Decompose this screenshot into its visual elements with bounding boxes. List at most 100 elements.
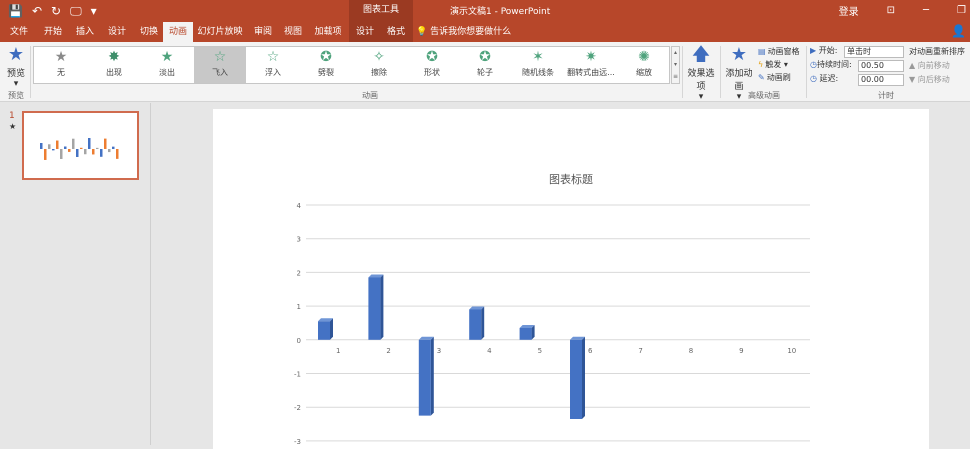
duration-field[interactable]: 00.50 xyxy=(858,60,904,72)
x-tick-label: 3 xyxy=(437,347,441,355)
y-tick-label: 1 xyxy=(297,303,301,311)
animation-item-5[interactable]: ☆ 浮入 xyxy=(247,47,299,83)
animation-item-9[interactable]: ✪ 轮子 xyxy=(459,47,511,83)
chevron-down-icon: ▾ xyxy=(698,92,704,102)
bar[interactable] xyxy=(418,339,431,416)
timing-group-label: 计时 xyxy=(878,91,894,100)
move-later-button[interactable]: ▼ 向后移动 xyxy=(909,73,965,87)
undo-icon[interactable]: ↶ xyxy=(32,3,42,19)
save-icon[interactable]: 💾 xyxy=(8,3,23,19)
ribbon-display-icon[interactable]: ⊡ xyxy=(887,5,895,16)
bar[interactable] xyxy=(368,277,381,340)
tab-chart-format[interactable]: 格式 xyxy=(381,22,411,42)
thumbnail-bar xyxy=(96,147,99,149)
star-float-icon: ☆ xyxy=(266,49,280,65)
star-none-icon: ★ xyxy=(54,49,68,65)
preview-button[interactable]: ★ 预览 ▾ xyxy=(4,44,28,89)
star-shape-icon: ✪ xyxy=(426,49,438,65)
clock-icon: ◷ xyxy=(810,60,817,69)
animation-item-1[interactable]: ★ 无 xyxy=(35,47,87,83)
triangle-down-icon: ▼ xyxy=(909,75,918,84)
start-select[interactable]: 单击时 xyxy=(844,46,904,58)
tab-file[interactable]: 文件 xyxy=(4,22,34,42)
trigger-button[interactable]: ϟ 触发 ▾ xyxy=(758,58,800,71)
thumbnail-bar xyxy=(68,149,71,152)
animation-item-8[interactable]: ✪ 形状 xyxy=(406,47,458,83)
x-tick-label: 2 xyxy=(386,347,390,355)
animation-label: 出现 xyxy=(106,68,122,77)
thumbnail-bar xyxy=(64,146,67,149)
divider xyxy=(682,46,683,98)
presentation-icon[interactable]: 🖵 xyxy=(70,3,82,19)
bar-side[interactable] xyxy=(380,274,384,340)
delay-field[interactable]: 00.00 xyxy=(858,74,904,86)
divider xyxy=(720,46,721,98)
account-icon[interactable]: 👤 xyxy=(951,24,966,38)
x-tick-label: 5 xyxy=(538,347,542,355)
bar[interactable] xyxy=(318,321,330,340)
animation-item-7[interactable]: ✧ 擦除 xyxy=(353,47,405,83)
lightning-icon: ϟ xyxy=(758,60,764,69)
y-tick-label: 2 xyxy=(297,269,301,277)
thumbnail-bar xyxy=(60,149,63,159)
animation-item-11[interactable]: ✷ 翻转式由远... xyxy=(565,47,617,83)
chevron-down-icon: ▾ xyxy=(13,79,19,89)
animation-item-12[interactable]: ✺ 缩放 xyxy=(618,47,670,83)
tab-slideshow[interactable]: 幻灯片放映 xyxy=(196,22,244,42)
bar[interactable] xyxy=(519,328,532,340)
animation-item-4[interactable]: ☆ 飞入 xyxy=(194,47,246,83)
thumbnail-bar xyxy=(92,149,95,155)
tab-view[interactable]: 视图 xyxy=(278,22,308,42)
animation-item-6[interactable]: ✪ 劈裂 xyxy=(300,47,352,83)
slide-thumbnail[interactable] xyxy=(22,111,139,180)
lightbulb-icon: 💡 xyxy=(416,27,431,37)
customize-qat-icon[interactable]: ▾ xyxy=(91,3,97,19)
thumbnail-chart xyxy=(40,138,119,160)
tell-me-box[interactable]: 💡 告诉我你想要做什么 xyxy=(416,22,511,42)
tab-animations[interactable]: 动画 xyxy=(163,22,193,42)
bar-side[interactable] xyxy=(430,336,434,416)
tab-transitions[interactable]: 切换 xyxy=(134,22,164,42)
reorder-title: 对动画重新排序 xyxy=(909,47,965,56)
redo-icon[interactable]: ↻ xyxy=(51,3,61,19)
star-fly-icon: ☆ xyxy=(213,49,227,65)
arrow-up-icon: 🡅 xyxy=(691,44,711,65)
thumbnail-bar xyxy=(108,149,111,153)
animation-item-10[interactable]: ✶ 随机线条 xyxy=(512,47,564,83)
thumbnail-bar xyxy=(56,140,59,149)
animation-item-3[interactable]: ★ 淡出 xyxy=(141,47,193,83)
ribbon: ★ 预览 ▾ 预览 ★ 无 ✸ 出现 ★ 淡出 ☆ 飞入 ☆ 浮入 ✪ 劈裂 ✧ 擦除 ✪ 形状 ✪ 轮子 ✶ 随机线… xyxy=(0,42,970,102)
x-tick-label: 8 xyxy=(689,347,693,355)
bar[interactable] xyxy=(469,309,482,340)
tab-review[interactable]: 审阅 xyxy=(248,22,278,42)
tab-insert[interactable]: 插入 xyxy=(70,22,100,42)
thumbnail-bar xyxy=(52,149,55,151)
animation-painter-button[interactable]: ✎ 动画刷 xyxy=(758,71,800,84)
bar-side[interactable] xyxy=(582,336,585,419)
star-random-icon: ✶ xyxy=(532,49,544,65)
effect-options-button[interactable]: 🡅 效果选项 ▾ xyxy=(684,44,718,102)
login-button[interactable]: 登录 xyxy=(839,3,859,18)
divider xyxy=(806,46,807,98)
tab-home[interactable]: 开始 xyxy=(38,22,68,42)
tab-design[interactable]: 设计 xyxy=(102,22,132,42)
thumbnail-bar xyxy=(116,149,119,159)
animation-item-2[interactable]: ✸ 出现 xyxy=(88,47,140,83)
tab-addins[interactable]: 加载项 xyxy=(310,22,346,42)
tab-chart-design[interactable]: 设计 xyxy=(350,22,380,42)
star-flip-icon: ✷ xyxy=(585,49,597,65)
slide-thumbnail-pane: 1 ★ xyxy=(0,103,151,445)
slide-canvas[interactable]: 图表标题 4 3 2 1 0 -1 -2 -3 1 2 3 4 5 6 7 8 9 10 xyxy=(213,109,929,449)
minimize-icon[interactable]: ─ xyxy=(923,5,929,16)
move-earlier-button[interactable]: ▲ 向前移动 xyxy=(909,59,965,73)
animation-pane-button[interactable]: ▤ 动画窗格 xyxy=(758,45,800,58)
bar-side[interactable] xyxy=(330,318,333,340)
chart-plot[interactable]: 43210-1-2-31 2 3 4 5 6 7 8 9 10 xyxy=(213,109,929,449)
bar[interactable] xyxy=(570,339,582,419)
bar-side[interactable] xyxy=(481,306,485,340)
star-zoom-icon: ✺ xyxy=(638,49,650,65)
restore-icon[interactable]: ❐ xyxy=(957,5,966,16)
x-tick-label: 6 xyxy=(588,347,593,355)
gallery-scroll[interactable]: ▴ ▾ ≡ xyxy=(671,46,680,84)
animation-label: 无 xyxy=(57,68,65,77)
